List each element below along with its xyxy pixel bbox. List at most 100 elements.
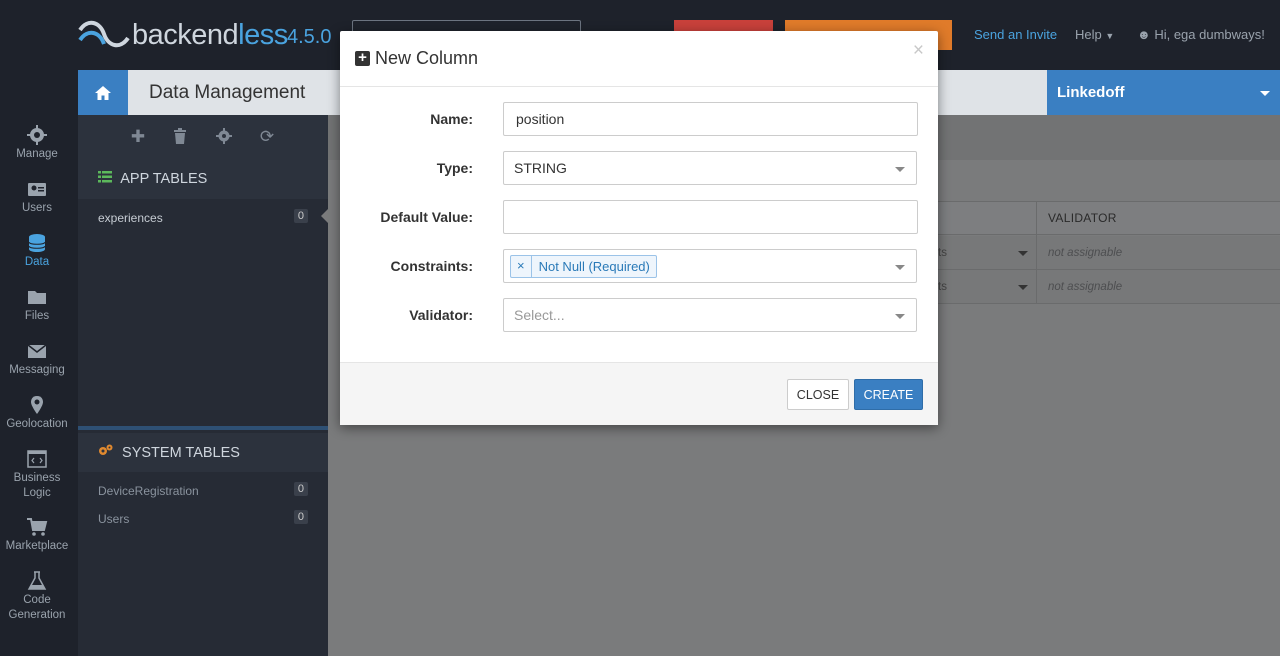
table-settings-icon[interactable]	[215, 128, 233, 146]
validator-label: Validator:	[409, 307, 473, 323]
help-label: Help	[1075, 27, 1102, 42]
validator-select[interactable]: Select...	[503, 298, 917, 332]
validator-cell: not assignable	[1048, 281, 1123, 293]
flask-icon	[27, 571, 47, 590]
default-value-field[interactable]	[503, 200, 918, 234]
nav-item-users[interactable]: Users	[0, 179, 74, 216]
constraints-select[interactable]: × Not Null (Required)	[503, 249, 917, 283]
nav-item-business-logic[interactable]: Business Logic	[0, 449, 74, 501]
backendless-logo[interactable]: backendless	[78, 18, 288, 52]
cogs-icon	[98, 444, 113, 461]
logo-wave-icon	[78, 20, 130, 48]
constraint-tag: × Not Null (Required)	[510, 255, 657, 278]
type-selected-value: STRING	[514, 160, 567, 176]
trash-icon[interactable]	[171, 128, 189, 146]
nav-label: Geolocation	[6, 418, 68, 430]
home-icon	[95, 85, 111, 100]
dialog-title-text: New Column	[375, 48, 479, 68]
nav-label: Messaging	[9, 364, 65, 376]
gear-icon	[27, 125, 47, 145]
validator-cell: not assignable	[1048, 247, 1123, 259]
constraints-label: Constraints:	[390, 258, 473, 274]
name-label: Name:	[430, 111, 473, 127]
system-tables-header: SYSTEM TABLES	[78, 433, 328, 472]
constraint-tag-label: Not Null (Required)	[538, 259, 650, 274]
table-count-badge: 0	[293, 482, 308, 496]
nav-item-code-generation[interactable]: Code Generation	[0, 571, 74, 623]
nav-label: Data	[24, 256, 50, 268]
table-item-deviceregistration[interactable]: DeviceRegistration 0	[98, 482, 308, 498]
chevron-down-icon	[895, 167, 905, 172]
nav-label: Business	[13, 472, 61, 484]
panel-splitter[interactable]	[78, 426, 328, 430]
table-name: DeviceRegistration	[98, 484, 199, 498]
tables-toolbar: ✚ ⟳	[78, 115, 328, 160]
plus-square-icon: +	[355, 50, 370, 66]
table-count-badge: 0	[293, 209, 308, 223]
nav-label: Users	[21, 202, 53, 214]
nav-item-messaging[interactable]: Messaging	[0, 341, 74, 378]
type-select[interactable]: STRING	[503, 151, 917, 185]
table-item-experiences[interactable]: experiences 0	[98, 209, 308, 225]
app-selector[interactable]: Linkedoff	[1047, 70, 1280, 115]
database-icon	[28, 234, 46, 252]
nav-label-line2: Generation	[8, 609, 66, 621]
validator-placeholder: Select...	[514, 307, 565, 323]
new-column-dialog: + New Column × Name: Type: STRING Defaul…	[340, 31, 938, 425]
nav-item-marketplace[interactable]: Marketplace	[0, 517, 74, 554]
default-value-label: Default Value:	[380, 209, 473, 225]
main-nav: Manage Users Data Files Messaging Geoloc…	[0, 115, 78, 656]
version-label: 4.5.0	[287, 26, 332, 48]
system-tables-title: SYSTEM TABLES	[122, 445, 240, 461]
nav-label: Marketplace	[5, 540, 69, 552]
folder-icon	[28, 291, 46, 304]
close-icon[interactable]: ×	[913, 41, 924, 61]
cart-icon	[27, 518, 48, 536]
home-button[interactable]	[78, 70, 128, 115]
send-invite-link[interactable]: Send an Invite	[974, 27, 1057, 42]
create-button[interactable]: CREATE	[854, 379, 923, 410]
envelope-icon	[27, 344, 47, 358]
nav-label: Files	[24, 310, 50, 322]
dialog-header: + New Column ×	[340, 31, 938, 87]
chevron-down-icon	[895, 265, 905, 270]
refresh-icon[interactable]: ⟳	[258, 128, 276, 146]
table-item-users[interactable]: Users 0	[98, 510, 308, 526]
chevron-down-icon[interactable]	[1018, 251, 1028, 256]
name-field[interactable]	[503, 102, 918, 136]
type-label: Type:	[436, 160, 473, 176]
grid-cell-truncated: ts	[938, 281, 947, 293]
tables-panel: ✚ ⟳ APP TABLES experiences 0 SYSTEM TABL…	[78, 115, 328, 656]
nav-label-line2: Logic	[23, 487, 51, 499]
grid-column-divider	[1036, 201, 1037, 303]
chevron-down-icon[interactable]	[1018, 285, 1028, 290]
nav-item-data[interactable]: Data	[0, 233, 74, 270]
table-name: Users	[98, 512, 130, 526]
chevron-down-icon	[895, 314, 905, 319]
nav-item-files[interactable]: Files	[0, 287, 74, 324]
user-icon: ☻	[1137, 27, 1151, 42]
help-menu[interactable]: Help ▼	[1075, 27, 1114, 42]
page-title: Data Management	[149, 82, 306, 103]
app-tables-header: APP TABLES	[78, 160, 328, 199]
chevron-down-icon: ▼	[1105, 31, 1115, 41]
add-table-icon[interactable]: ✚	[129, 128, 147, 146]
close-button[interactable]: CLOSE	[787, 379, 849, 410]
table-list-icon	[98, 171, 112, 187]
table-name: experiences	[98, 211, 163, 225]
chevron-down-icon	[1260, 91, 1270, 96]
app-tables-title: APP TABLES	[120, 171, 208, 187]
nav-item-geolocation[interactable]: Geolocation	[0, 395, 74, 432]
users-icon	[28, 183, 46, 196]
map-marker-icon	[31, 396, 43, 414]
user-menu[interactable]: ☻ Hi, ega dumbways!	[1137, 27, 1265, 42]
grid-cell-truncated: ts	[938, 247, 947, 259]
nav-label: Code	[23, 594, 51, 606]
nav-item-manage[interactable]: Manage	[0, 125, 74, 162]
table-count-badge: 0	[293, 510, 308, 524]
remove-tag-icon[interactable]: ×	[511, 256, 532, 277]
user-greeting: Hi, ega dumbways!	[1154, 27, 1265, 42]
nav-label: Manage	[16, 148, 58, 160]
validator-column-header: VALIDATOR	[1048, 211, 1117, 225]
selected-table-pointer	[321, 209, 328, 223]
